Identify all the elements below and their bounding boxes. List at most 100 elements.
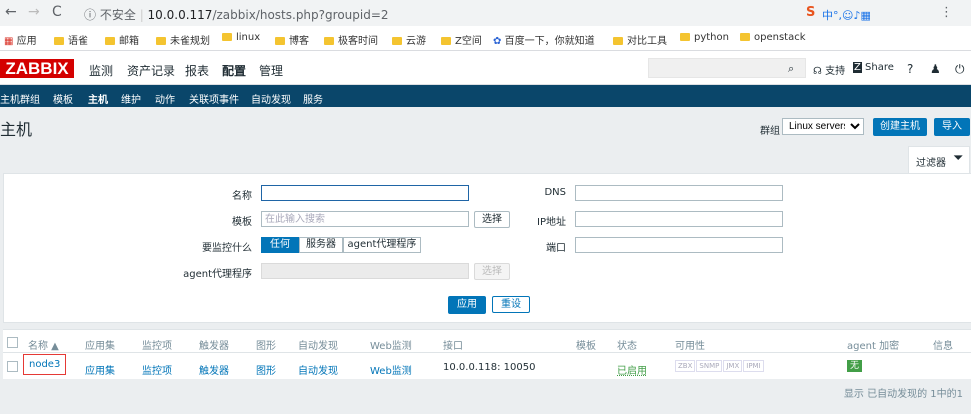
tab-templates[interactable]: 模板 <box>53 91 73 106</box>
proxy-input[interactable] <box>261 263 469 279</box>
tab-host-groups[interactable]: 主机群组 <box>0 91 40 106</box>
tab-maintenance[interactable]: 维护 <box>121 91 141 106</box>
support-link[interactable]: ☊ 支持 <box>813 62 845 77</box>
ime-icon[interactable]: 中°,☺♪▦ <box>822 7 871 23</box>
triggers-link[interactable]: 触发器 <box>199 362 229 377</box>
row-checkbox[interactable] <box>7 361 18 372</box>
url-host: 10.0.0.117 <box>147 8 213 22</box>
tab-discovery[interactable]: 自动发现 <box>251 91 291 106</box>
insecure-label: 不安全 <box>99 8 136 22</box>
menu-monitoring[interactable]: 监测 <box>89 62 113 79</box>
apps-icon: ▦ <box>4 36 14 47</box>
reload-icon[interactable]: C <box>52 4 62 20</box>
applications-link[interactable]: 应用集 <box>85 362 115 377</box>
dns-input[interactable] <box>575 185 783 201</box>
ip-label: IP地址 <box>537 217 566 228</box>
monitored-proxy[interactable]: agent代理程序 <box>343 237 421 253</box>
bookmark-item[interactable]: 对比工具 <box>627 36 667 47</box>
template-placeholder: 在此输入搜索 <box>265 214 325 225</box>
folder-icon <box>54 37 64 45</box>
items-link[interactable]: 监控项 <box>142 362 172 377</box>
bookmark-item[interactable]: 百度一下，你就知道 <box>505 36 595 47</box>
reset-button[interactable]: 重设 <box>492 296 530 313</box>
page-header: 主机 群组 Linux servers 创建主机 导入 <box>0 108 971 146</box>
bookmark-item[interactable]: python <box>694 32 729 43</box>
bookmark-item[interactable]: 博客 <box>289 36 309 47</box>
header-name[interactable]: 名称 ▲ <box>28 337 59 352</box>
host-name: node3 <box>29 359 61 370</box>
name-input[interactable] <box>261 185 469 201</box>
bookmark-item[interactable]: 邮箱 <box>119 36 139 47</box>
bookmark-item[interactable]: 语雀 <box>68 36 88 47</box>
monitored-server[interactable]: 服务器 <box>299 237 343 253</box>
tab-services[interactable]: 服务 <box>303 91 323 106</box>
port-label: 端口 <box>546 243 566 254</box>
header-web: Web监测 <box>370 341 412 352</box>
folder-icon <box>156 37 166 45</box>
sogou-icon[interactable]: S <box>806 5 815 20</box>
import-button[interactable]: 导入 <box>934 118 970 136</box>
tab-actions[interactable]: 动作 <box>155 91 175 106</box>
menu-administration[interactable]: 管理 <box>259 62 283 79</box>
info-icon: ⓘ <box>84 8 97 22</box>
back-icon[interactable]: ← <box>5 4 17 20</box>
host-name-link[interactable]: node3 <box>23 354 67 375</box>
search-input[interactable] <box>648 58 806 78</box>
logout-icon[interactable]: ⏻ <box>955 62 965 77</box>
filter-tab[interactable]: 过滤器 ⏷ <box>908 146 970 174</box>
header-templates: 模板 <box>576 341 596 352</box>
address-bar[interactable]: ⓘ 不安全 | 10.0.0.117/zabbix/hosts.php?grou… <box>84 6 389 23</box>
proxy-label: agent代理程序 <box>183 269 252 280</box>
name-label: 名称 <box>232 191 252 202</box>
menu-inventory[interactable]: 资产记录 <box>127 62 175 79</box>
bookmark-item[interactable]: Z空间 <box>455 36 482 47</box>
help-button[interactable]: ? <box>907 62 913 76</box>
share-icon: Z <box>853 62 862 73</box>
web-link[interactable]: Web监测 <box>370 362 412 377</box>
select-all-checkbox[interactable] <box>7 337 18 348</box>
header-encryption: agent 加密 <box>847 341 900 352</box>
sub-navigation: 主机群组 模板 主机 维护 动作 关联项事件 自动发现 服务 <box>0 85 971 110</box>
menu-reports[interactable]: 报表 <box>185 62 209 79</box>
menu-configuration[interactable]: 配置 <box>222 62 246 79</box>
discovery-link[interactable]: 自动发现 <box>298 362 338 377</box>
jmx-badge: JMX <box>723 360 743 372</box>
bookmark-item[interactable]: 极客时间 <box>338 36 378 47</box>
header-availability: 可用性 <box>675 341 705 352</box>
folder-icon <box>740 33 750 41</box>
share-link[interactable]: Z Share <box>853 62 894 73</box>
headset-icon: ☊ <box>813 66 822 77</box>
header-status: 状态 <box>617 341 637 352</box>
folder-icon <box>680 33 690 41</box>
graphs-link[interactable]: 图形 <box>256 362 276 377</box>
forward-icon[interactable]: → <box>28 4 40 20</box>
apply-button[interactable]: 应用 <box>448 296 486 314</box>
bookmark-item[interactable]: 云游 <box>406 36 426 47</box>
bookmark-apps[interactable]: 应用 <box>17 36 37 47</box>
folder-icon <box>105 37 115 45</box>
zbx-badge: ZBX <box>675 360 696 372</box>
support-label: 支持 <box>825 66 846 77</box>
folder-icon <box>392 37 402 45</box>
monitored-any[interactable]: 任何 <box>261 237 299 253</box>
header-discovery: 自动发现 <box>298 341 338 352</box>
group-select[interactable]: Linux servers <box>782 118 864 135</box>
proxy-select-button[interactable]: 选择 <box>474 263 510 280</box>
template-input[interactable]: 在此输入搜索 <box>261 211 469 227</box>
browser-toolbar: ← → C ⓘ 不安全 | 10.0.0.117/zabbix/hosts.ph… <box>0 0 971 26</box>
ip-input[interactable] <box>575 211 783 227</box>
template-select-button[interactable]: 选择 <box>474 211 510 228</box>
status-toggle[interactable]: 已启用 <box>617 362 647 377</box>
zabbix-logo[interactable]: ZABBIX <box>0 59 74 78</box>
bookmark-item[interactable]: 未雀规划 <box>170 36 210 47</box>
create-host-button[interactable]: 创建主机 <box>873 118 927 136</box>
table-footer: 显示 已自动发现的 1中的1 <box>0 379 971 414</box>
tab-correlation[interactable]: 关联项事件 <box>189 91 239 106</box>
port-input[interactable] <box>575 237 783 253</box>
bookmark-item[interactable]: openstack <box>754 32 806 43</box>
url-path: /zabbix/hosts.php?groupid=2 <box>212 8 389 22</box>
search-icon[interactable]: ⌕ <box>788 62 794 76</box>
bookmark-item[interactable]: linux <box>236 32 260 43</box>
profile-icon[interactable]: ♟ <box>930 62 941 76</box>
menu-icon[interactable]: ⋮ <box>940 5 953 20</box>
